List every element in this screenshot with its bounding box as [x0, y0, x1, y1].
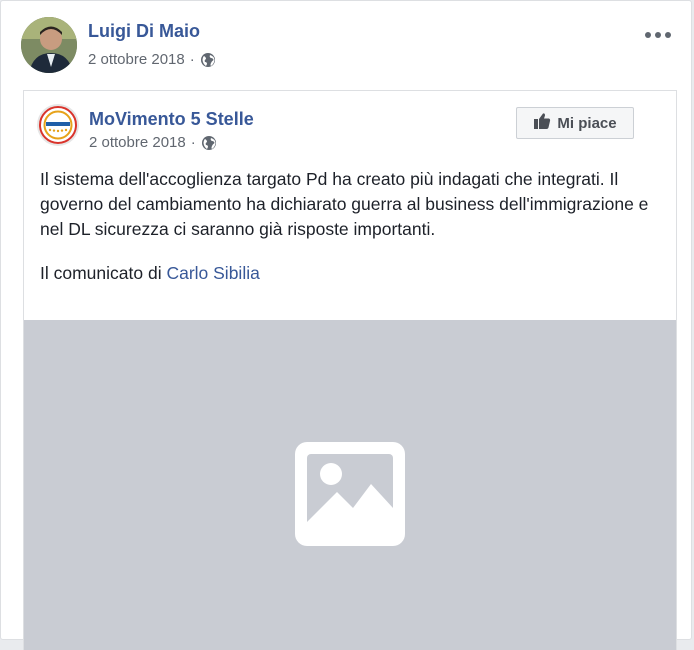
like-button-label: Mi piace: [557, 114, 617, 132]
post-paragraph: Il comunicato di Carlo Sibilia: [40, 261, 670, 286]
post-text: Il sistema dell'accoglienza targato Pd h…: [40, 167, 670, 305]
shared-date[interactable]: 2 ottobre 2018: [89, 134, 186, 151]
globe-icon[interactable]: [200, 52, 216, 68]
page-name[interactable]: MoVimento 5 Stelle: [89, 109, 254, 130]
post-header: Luigi Di Maio 2 ottobre 2018 ·: [21, 17, 681, 77]
like-page-button[interactable]: Mi piace: [516, 107, 634, 139]
image-placeholder-icon: [295, 442, 405, 546]
post-paragraph: Il sistema dell'accoglienza targato Pd h…: [40, 169, 649, 239]
mention-link[interactable]: Carlo Sibilia: [166, 263, 259, 283]
meta-separator: ·: [189, 51, 195, 68]
page-logo[interactable]: [39, 106, 77, 144]
more-options-icon[interactable]: [645, 27, 671, 43]
image-placeholder[interactable]: [24, 320, 676, 650]
shared-post: MoVimento 5 Stelle 2 ottobre 2018 · Mi p…: [23, 90, 677, 650]
globe-icon[interactable]: [201, 135, 217, 151]
shared-meta: 2 ottobre 2018 ·: [89, 134, 217, 151]
post-meta: 2 ottobre 2018 ·: [88, 51, 216, 68]
meta-separator: ·: [190, 134, 196, 151]
author-avatar[interactable]: [21, 17, 77, 73]
post-date[interactable]: 2 ottobre 2018: [88, 51, 185, 68]
author-name[interactable]: Luigi Di Maio: [88, 21, 200, 42]
thumbs-up-icon: [533, 112, 551, 134]
paragraph-prefix: Il comunicato di: [40, 263, 167, 283]
post-card: Luigi Di Maio 2 ottobre 2018 · MoVimento…: [0, 0, 692, 650]
